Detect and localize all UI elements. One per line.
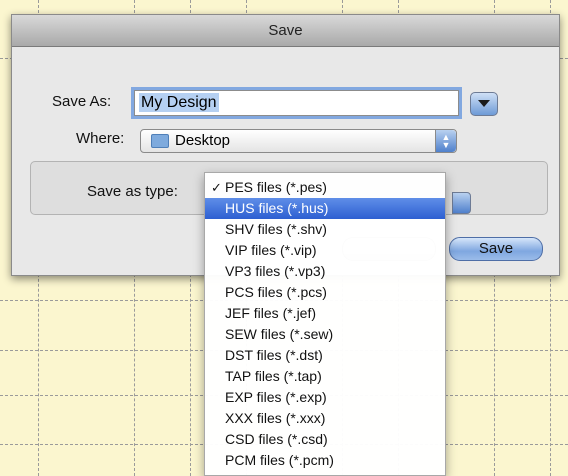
menu-item-file-type[interactable]: PCM files (*.pcm) [205,450,445,471]
menu-item-label: TAP files (*.tap) [225,368,322,384]
menu-item-label: SEW files (*.sew) [225,326,334,342]
dialog-title: Save [12,15,559,47]
save-as-label: Save As: [52,93,112,110]
menu-item-file-type[interactable]: HUS files (*.hus) [205,198,445,219]
menu-item-label: EXP files (*.exp) [225,389,327,405]
menu-item-label: PES files (*.pes) [225,179,327,195]
menu-item-label: DST files (*.dst) [225,347,323,363]
file-type-label: Save as type: [87,183,178,200]
file-type-menu[interactable]: ✓ PES files (*.pes) HUS files (*.hus) SHV f… [204,172,446,476]
save-button[interactable]: Save [449,237,543,261]
menu-item-file-type[interactable]: XXX files (*.xxx) [205,408,445,429]
checkmark-icon: ✓ [211,180,222,195]
menu-item-file-type[interactable]: VIP files (*.vip) [205,240,445,261]
menu-item-label: HUS files (*.hus) [225,200,329,216]
where-popup[interactable]: Desktop ▲ ▼ [140,129,457,153]
popup-arrows-icon: ▲ ▼ [435,130,456,152]
where-label: Where: [76,130,125,147]
expand-dialog-button[interactable] [470,92,498,116]
chevron-down-icon [478,100,490,107]
menu-item-label: VIP files (*.vip) [225,242,317,258]
menu-item-label: VP3 files (*.vp3) [225,263,326,279]
menu-item-file-type[interactable]: ✓ PES files (*.pes) [205,177,445,198]
menu-item-label: PCM files (*.pcm) [225,452,334,468]
menu-item-label: XXX files (*.xxx) [225,410,326,426]
menu-item-label: PCS files (*.pcs) [225,284,327,300]
menu-item-file-type[interactable]: CSD files (*.csd) [205,429,445,450]
where-value: Desktop [175,132,231,149]
menu-item-file-type[interactable]: TAP files (*.tap) [205,366,445,387]
menu-item-file-type[interactable]: JEF files (*.jef) [205,303,445,324]
menu-item-file-type[interactable]: EXP files (*.exp) [205,387,445,408]
menu-item-file-type[interactable]: VP3 files (*.vp3) [205,261,445,282]
menu-item-label: CSD files (*.csd) [225,431,328,447]
menu-item-file-type[interactable]: SEW files (*.sew) [205,324,445,345]
menu-item-file-type[interactable]: PCS files (*.pcs) [205,282,445,303]
folder-icon [151,134,169,149]
menu-item-label: JEF files (*.jef) [225,305,317,321]
filename-input[interactable]: My Design [134,90,459,116]
menu-item-label: SHV files (*.shv) [225,221,327,237]
filename-value: My Design [139,93,219,112]
file-type-popup-arrows[interactable] [452,192,471,214]
menu-item-file-type[interactable]: DST files (*.dst) [205,345,445,366]
menu-item-file-type[interactable]: SHV files (*.shv) [205,219,445,240]
